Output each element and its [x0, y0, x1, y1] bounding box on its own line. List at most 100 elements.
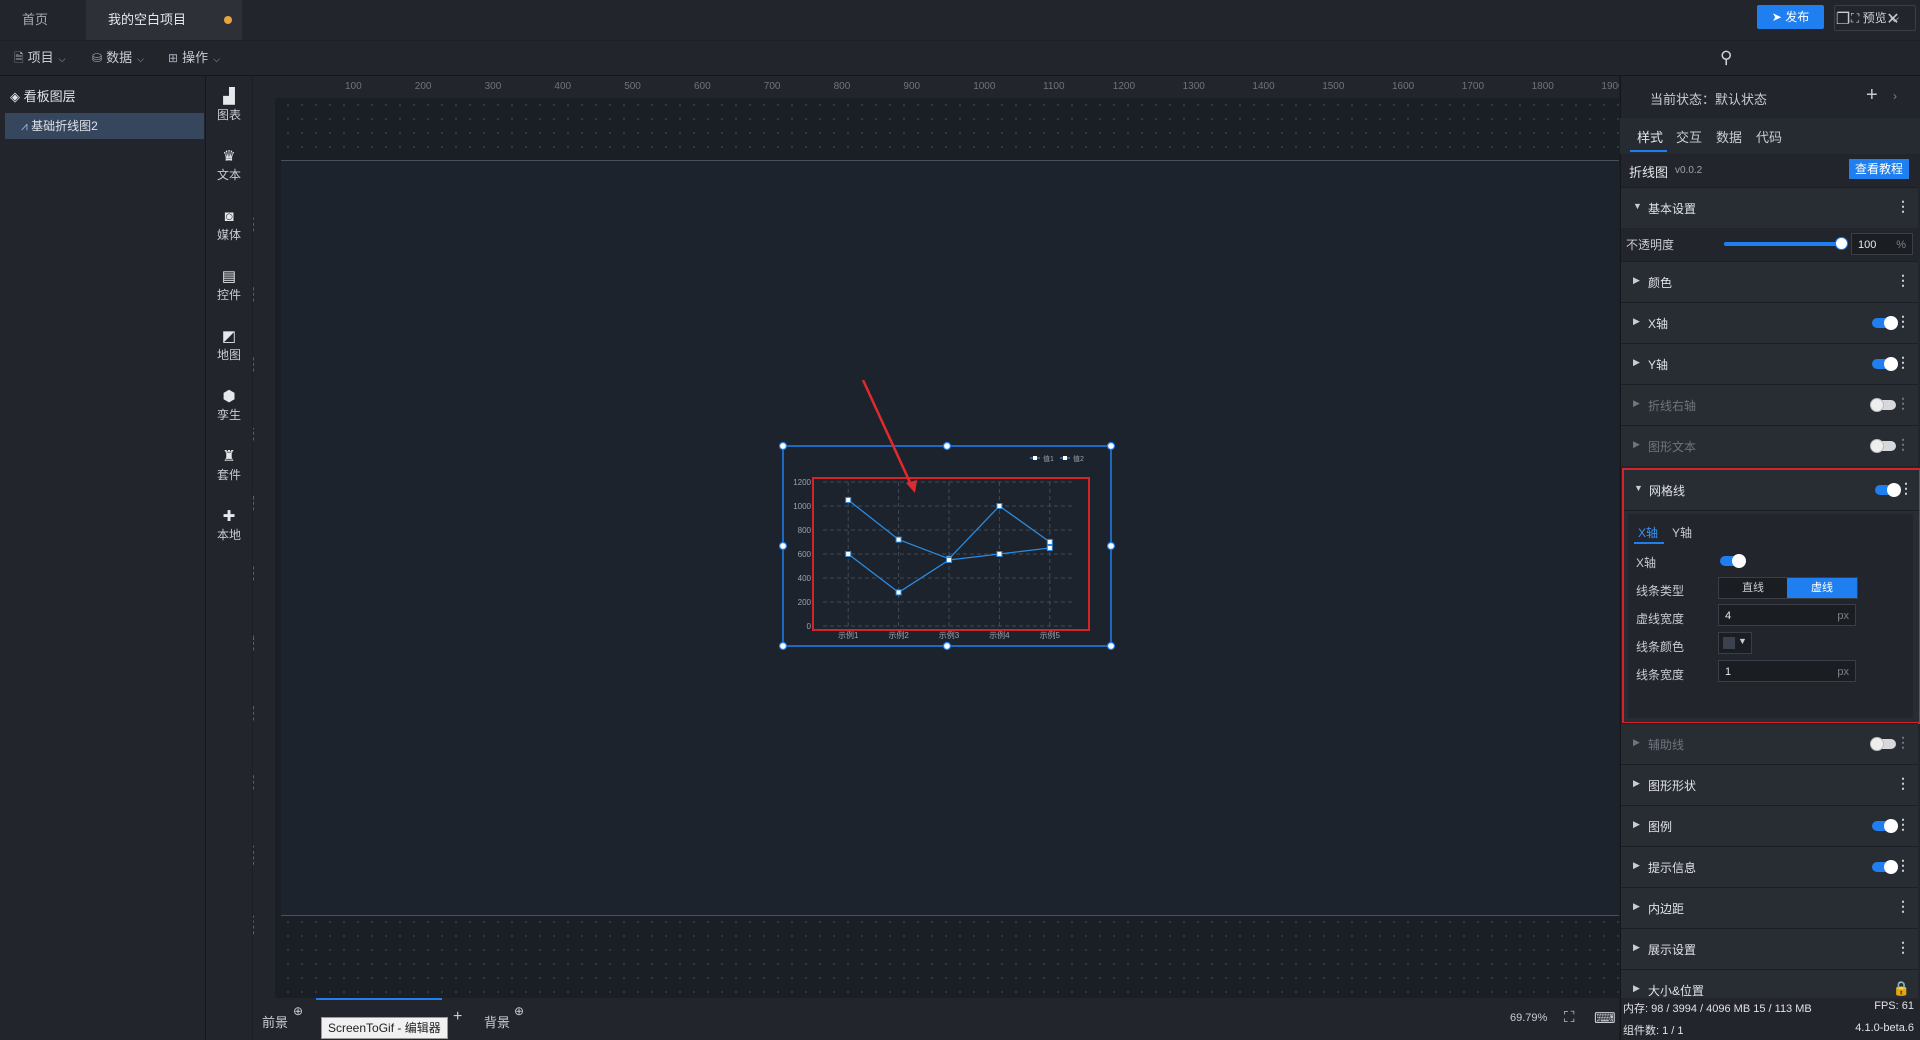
preview-button[interactable]: ⛶ 预览 ⌵	[1834, 5, 1916, 31]
keyboard-icon[interactable]: ⌨	[1594, 1009, 1616, 1027]
section-right-axis[interactable]: ▶ 折线右轴 ⋮	[1621, 384, 1918, 425]
layer-item[interactable]: ⩘ 基础折线图2	[5, 113, 204, 139]
tab-project-label: 我的空白项目	[108, 12, 187, 27]
section-label: X轴	[1648, 317, 1669, 331]
section-graphic-text[interactable]: ▶ 图形文本 ⋮	[1621, 425, 1918, 466]
tab-code[interactable]: 代码	[1756, 127, 1782, 146]
ruler-tick-label: 500	[253, 495, 255, 512]
line-type-dashed[interactable]: 虚线	[1787, 578, 1857, 598]
zoom-level[interactable]: 69.79%	[1510, 1012, 1547, 1024]
database-icon: ⛁	[92, 51, 103, 65]
more-vertical-icon[interactable]: ⋮	[1896, 939, 1910, 956]
tutorial-button[interactable]: 查看教程	[1849, 159, 1909, 179]
more-vertical-icon[interactable]: ⋮	[1896, 395, 1910, 412]
more-vertical-icon[interactable]: ⋮	[1896, 198, 1910, 215]
opacity-slider[interactable]	[1724, 237, 1848, 250]
add-state-icon[interactable]: +	[1866, 84, 1878, 107]
chevron-right-icon[interactable]: ›	[1893, 89, 1897, 103]
palette-map[interactable]: ◩ 地图	[206, 328, 252, 363]
section-padding[interactable]: ▶ 内边距 ⋮	[1621, 887, 1918, 928]
menu-project-label: 项目	[27, 50, 54, 65]
component-name: 折线图	[1629, 165, 1669, 180]
palette-chart[interactable]: ▟ 图表	[206, 88, 252, 123]
publish-button[interactable]: ➤ 发布	[1757, 5, 1824, 29]
dash-width-input[interactable]: 4 px	[1718, 604, 1856, 626]
search-icon[interactable]: ⚲	[1720, 48, 1732, 68]
tab-data[interactable]: 数据	[1716, 127, 1742, 146]
caret-right-icon: ▶	[1633, 737, 1640, 747]
line-type-switch[interactable]: 直线 虚线	[1718, 577, 1858, 599]
gridlines-toggle[interactable]	[1875, 483, 1901, 497]
tab-project[interactable]: 我的空白项目	[86, 0, 242, 40]
legend-toggle[interactable]	[1872, 819, 1898, 833]
menu-operation[interactable]: ⊞ 操作 ⌵	[168, 41, 220, 75]
palette-label: 文本	[216, 168, 241, 182]
tab-background[interactable]: 背景	[484, 1012, 510, 1031]
add-icon[interactable]: +	[453, 1008, 462, 1026]
canvas-margin-bottom	[281, 915, 1619, 998]
resize-handle	[778, 441, 788, 451]
ruler-tick-label: 500	[624, 81, 641, 92]
more-vertical-icon[interactable]: ⋮	[1896, 313, 1910, 330]
section-color[interactable]: ▶ 颜色 ⋮	[1621, 261, 1918, 302]
tab-foreground[interactable]: 前景	[262, 1012, 288, 1031]
palette-local[interactable]: ✚ 本地	[206, 508, 252, 543]
graphic-text-toggle[interactable]	[1870, 439, 1896, 453]
more-vertical-icon[interactable]: ⋮	[1896, 857, 1910, 874]
add-circle-icon[interactable]: ⊕	[514, 1004, 524, 1018]
more-vertical-icon[interactable]: ⋮	[1896, 272, 1910, 289]
tab-interaction[interactable]: 交互	[1676, 127, 1702, 146]
subtab-y-axis[interactable]: Y轴	[1672, 524, 1692, 541]
opacity-input[interactable]: 100%	[1851, 233, 1913, 255]
palette-text[interactable]: ♛ 文本	[206, 148, 252, 183]
palette-media[interactable]: ◙ 媒体	[206, 208, 252, 243]
palette-twin[interactable]: ⬢ 孪生	[206, 388, 252, 423]
section-label: 展示设置	[1648, 943, 1697, 957]
x-grid-toggle[interactable]	[1720, 554, 1746, 568]
section-shape[interactable]: ▶ 图形形状 ⋮	[1621, 764, 1918, 805]
aux-line-toggle[interactable]	[1870, 737, 1896, 751]
tooltip-toggle[interactable]	[1872, 860, 1898, 874]
line-chart-component[interactable]: 0 200 400 600 800 1000 1200 示例1 示例2 示例3 示例4 示例5 值1 值…	[775, 380, 1120, 660]
y-axis-toggle[interactable]	[1872, 357, 1898, 371]
more-vertical-icon[interactable]: ⋮	[1896, 816, 1910, 833]
ruler-tick-label: 600	[253, 565, 255, 582]
palette-label: 地图	[216, 348, 241, 362]
ruler-tick-label: 700	[253, 634, 255, 652]
section-display[interactable]: ▶ 展示设置 ⋮	[1621, 928, 1918, 969]
menu-project[interactable]: 🗎 项目 ⌵	[14, 41, 66, 75]
section-gridlines[interactable]: ▼ 网格线 ⋮	[1624, 470, 1919, 511]
x-axis-toggle[interactable]	[1872, 316, 1898, 330]
more-vertical-icon[interactable]: ⋮	[1899, 480, 1913, 497]
add-circle-icon[interactable]: ⊕	[293, 1004, 303, 1018]
tab-home[interactable]: 首页	[0, 0, 86, 40]
section-legend[interactable]: ▶ 图例 ⋮	[1621, 805, 1918, 846]
ruler-tick-label: 1300	[1182, 81, 1205, 92]
layer-panel: ◈ 看板图层 ⩘ 基础折线图2	[0, 76, 206, 1040]
menu-data[interactable]: ⛁ 数据 ⌵	[92, 41, 144, 75]
palette-widget[interactable]: ▤ 控件	[206, 268, 252, 303]
line-width-input[interactable]: 1 px	[1718, 660, 1856, 682]
section-y-axis[interactable]: ▶ Y轴 ⋮	[1621, 343, 1918, 384]
more-vertical-icon[interactable]: ⋮	[1896, 436, 1910, 453]
line-type-solid[interactable]: 直线	[1719, 578, 1787, 598]
subtab-x-axis[interactable]: X轴	[1638, 524, 1658, 541]
more-vertical-icon[interactable]: ⋮	[1896, 354, 1910, 371]
section-tooltip[interactable]: ▶ 提示信息 ⋮	[1621, 846, 1918, 887]
more-vertical-icon[interactable]: ⋮	[1896, 734, 1910, 751]
fullscreen-icon: ⛶	[1850, 11, 1863, 25]
y-tick-label: 600	[798, 550, 812, 559]
right-axis-toggle[interactable]	[1870, 398, 1896, 412]
opacity-slider-handle[interactable]	[1835, 237, 1848, 250]
line-color-picker[interactable]: ▼	[1718, 632, 1752, 654]
more-vertical-icon[interactable]: ⋮	[1896, 898, 1910, 915]
section-basic-settings[interactable]: ▼ 基本设置 ⋮	[1621, 187, 1918, 228]
fit-screen-icon[interactable]: ⛶	[1564, 1009, 1575, 1026]
lock-icon[interactable]: 🔒	[1893, 980, 1910, 997]
more-vertical-icon[interactable]: ⋮	[1896, 775, 1910, 792]
palette-kit[interactable]: ♜ 套件	[206, 448, 252, 483]
section-x-axis[interactable]: ▶ X轴 ⋮	[1621, 302, 1918, 343]
gridline-subpanel: X轴 Y轴 X轴 线条类型 直线 虚线 虚线宽度 4 px 线条颜色 ▼ 线条宽度…	[1628, 514, 1913, 718]
tab-style[interactable]: 样式	[1637, 127, 1663, 146]
section-auxiliary-line[interactable]: ▶ 辅助线 ⋮	[1621, 723, 1918, 764]
